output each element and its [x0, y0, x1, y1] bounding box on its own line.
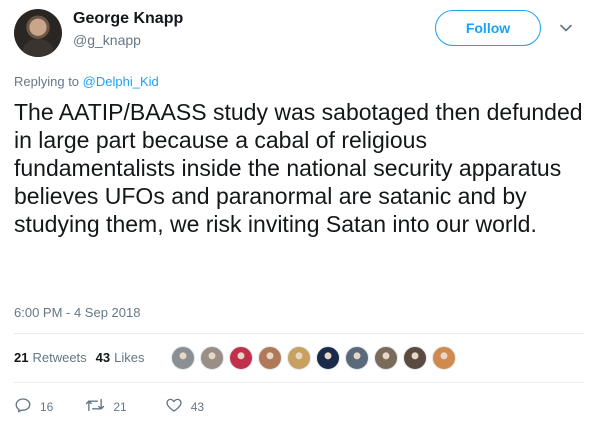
retweet-button[interactable]: 21 — [85, 396, 127, 417]
liker-avatar[interactable] — [229, 346, 253, 370]
retweets-count: 21 — [14, 350, 29, 365]
liker-avatar[interactable] — [316, 346, 340, 370]
liker-avatar[interactable] — [287, 346, 311, 370]
follow-button[interactable]: Follow — [435, 10, 541, 46]
avatar[interactable] — [14, 9, 62, 57]
liker-avatar[interactable] — [345, 346, 369, 370]
divider — [14, 333, 584, 334]
liker-avatar[interactable] — [171, 346, 195, 370]
reply-button[interactable]: 16 — [14, 396, 53, 417]
divider — [14, 382, 584, 383]
tweet-actions: 16 21 43 — [14, 396, 236, 417]
replying-to: Replying to @Delphi_Kid — [14, 74, 159, 89]
tweet: George Knapp @g_knapp Follow Replying to… — [0, 0, 598, 421]
tweet-header: George Knapp @g_knapp Follow — [14, 9, 584, 57]
retweet-icon — [85, 396, 113, 417]
liker-avatar[interactable] — [403, 346, 427, 370]
reply-count: 16 — [40, 399, 54, 414]
tweet-stats: 21 Retweets 43 Likes — [14, 350, 154, 365]
likers-avatars — [171, 346, 461, 370]
liker-avatar[interactable] — [374, 346, 398, 370]
chevron-down-icon[interactable] — [557, 19, 575, 37]
retweets-stat[interactable]: 21 Retweets — [14, 350, 87, 365]
author-handle[interactable]: @g_knapp — [73, 32, 141, 48]
like-button[interactable]: 43 — [165, 396, 204, 417]
reply-icon — [14, 396, 40, 417]
tweet-text: The AATIP/BAASS study was sabotaged then… — [14, 99, 583, 237]
like-count: 43 — [190, 399, 205, 414]
heart-icon — [165, 396, 191, 417]
author-name[interactable]: George Knapp — [73, 10, 183, 28]
replying-prefix: Replying to — [14, 74, 83, 89]
liker-avatar[interactable] — [432, 346, 456, 370]
likes-label: Likes — [114, 350, 145, 365]
retweets-label: Retweets — [32, 350, 87, 365]
liker-avatar[interactable] — [200, 346, 224, 370]
likes-stat[interactable]: 43 Likes — [96, 350, 145, 365]
liker-avatar[interactable] — [258, 346, 282, 370]
retweet-count: 21 — [113, 399, 127, 414]
likes-count: 43 — [95, 350, 111, 365]
timestamp[interactable]: 6:00 PM - 4 Sep 2018 — [14, 305, 140, 320]
mention-link[interactable]: @Delphi_Kid — [83, 74, 159, 89]
